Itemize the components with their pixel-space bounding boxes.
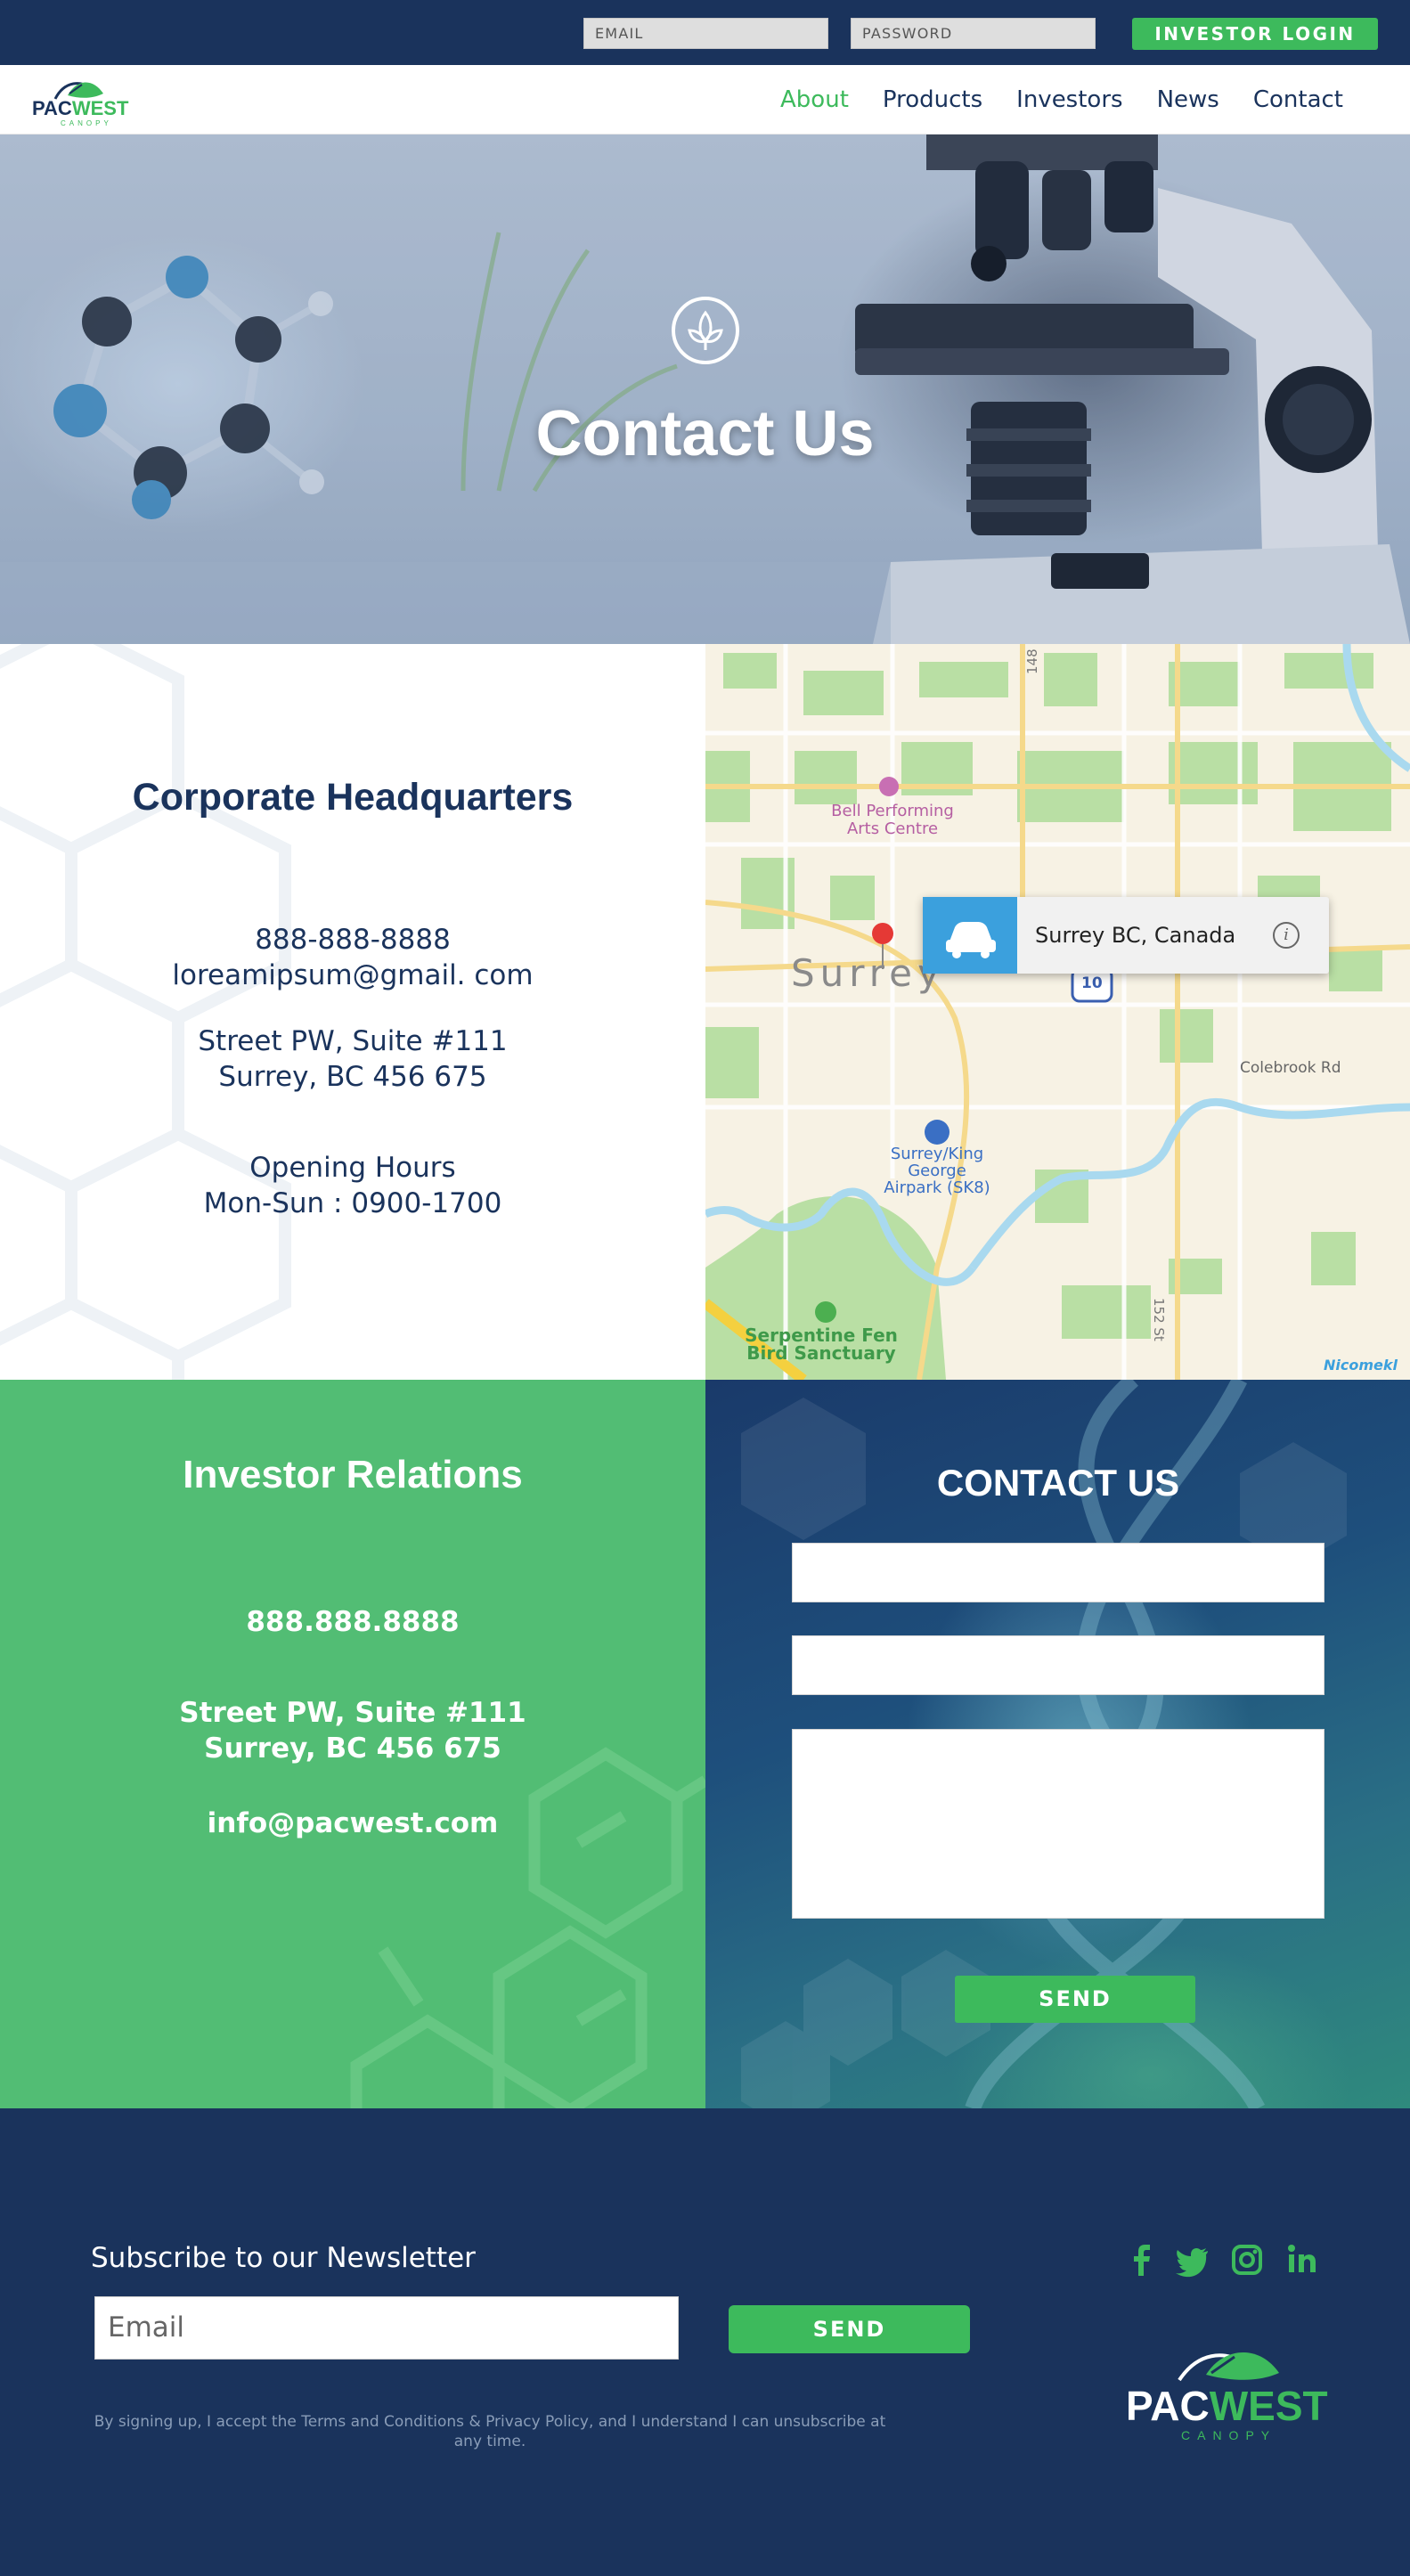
contact-form-section: CONTACT US SEND: [705, 1380, 1410, 2108]
brand-tagline: CANOPY: [1181, 2428, 1277, 2442]
contact-send-button[interactable]: SEND: [955, 1976, 1195, 2023]
investor-address-line2: Surrey, BC 456 675: [204, 1732, 501, 1765]
page: EMAIL PASSWORD INVESTOR LOGIN PACWEST CA…: [0, 0, 1410, 2576]
contact-email-field[interactable]: [792, 1635, 1324, 1695]
map-street-148: 148 St: [1024, 644, 1040, 674]
headquarters-address-line1: Street PW, Suite #111: [198, 1025, 508, 1057]
brand-name: PACWEST: [1126, 2383, 1328, 2429]
leaf-logo-icon: [1178, 2352, 1279, 2382]
linkedin-icon[interactable]: [1284, 2242, 1320, 2278]
investor-relations-section: Investor Relations 888.888.8888 Street P…: [0, 1380, 705, 2108]
contact-form-title: CONTACT US: [936, 1462, 1180, 1504]
map-highway-shield: 10: [1081, 974, 1103, 992]
map-city-label: Surrey: [791, 951, 945, 995]
contact-message-field[interactable]: [792, 1729, 1324, 1919]
headquarters-email[interactable]: loreamipsum@gmail. com: [0, 959, 705, 991]
info-icon[interactable]: i: [1273, 922, 1300, 949]
opening-hours-title: Opening Hours: [249, 1152, 456, 1184]
hexagon-pattern-background: [0, 644, 291, 1380]
nav-item-contact[interactable]: Contact: [1253, 86, 1343, 113]
investor-relations-title: Investor Relations: [183, 1453, 523, 1496]
nav-item-investors[interactable]: Investors: [1016, 86, 1122, 113]
investor-login-button[interactable]: INVESTOR LOGIN: [1132, 18, 1378, 50]
login-email-input[interactable]: EMAIL: [583, 18, 828, 49]
newsletter-email-input[interactable]: Email: [94, 2296, 679, 2360]
contact-name-field[interactable]: [792, 1543, 1324, 1602]
headquarters-title: Corporate Headquarters: [132, 776, 574, 819]
map-corner-label: Nicomekl: [1324, 1357, 1398, 1374]
instagram-icon[interactable]: [1229, 2242, 1265, 2278]
main-nav: PACWEST CANOPY About Products Investors …: [0, 65, 1410, 135]
location-map[interactable]: Bell Performing Arts Centre Surrey Surrey…: [705, 644, 1410, 1380]
brand-tagline: CANOPY: [61, 119, 112, 127]
opening-hours-value: Mon-Sun : 0900-1700: [203, 1187, 502, 1219]
newsletter-title: Subscribe to our Newsletter: [91, 2242, 476, 2274]
footer: Subscribe to our Newsletter Email SEND B…: [0, 2108, 1410, 2576]
page-title: Contact Us: [535, 398, 875, 469]
twitter-icon[interactable]: [1174, 2242, 1210, 2278]
map-popup-label: Surrey BC, Canada: [1035, 923, 1236, 948]
top-bar: EMAIL PASSWORD INVESTOR LOGIN: [0, 0, 1410, 65]
newsletter-disclaimer: By signing up, I accept the Terms and Co…: [94, 2413, 886, 2450]
investor-email[interactable]: info@pacwest.com: [0, 1807, 705, 1839]
headquarters-phone[interactable]: 888-888-8888: [0, 924, 705, 956]
newsletter-send-button[interactable]: SEND: [729, 2305, 970, 2353]
investor-address-line1: Street PW, Suite #111: [179, 1697, 526, 1729]
facebook-icon[interactable]: [1124, 2242, 1160, 2278]
map-location-popup[interactable]: Surrey BC, Canada i: [923, 897, 1329, 974]
car-icon[interactable]: [923, 897, 1017, 974]
nav-links: About Products Investors News Contact: [780, 65, 1343, 135]
map-tiles: [705, 644, 1410, 1380]
nav-item-about[interactable]: About: [780, 86, 849, 113]
headquarters-address-line2: Surrey, BC 456 675: [218, 1061, 487, 1093]
brand-name: PACWEST: [32, 97, 129, 119]
footer-brand-logo[interactable]: PACWEST CANOPY: [1126, 2336, 1331, 2451]
hero-banner: Contact Us: [0, 135, 1410, 644]
nav-item-news[interactable]: News: [1157, 86, 1219, 113]
investor-phone[interactable]: 888.888.8888: [0, 1606, 705, 1638]
map-sanctuary-label: Serpentine Fen Bird Sanctuary: [745, 1325, 898, 1364]
hero-overlay: [0, 135, 1410, 644]
map-road-label: Colebrook Rd: [1240, 1059, 1341, 1077]
map-poi-bell-centre: Bell Performing Arts Centre: [831, 802, 954, 838]
brand-logo[interactable]: PACWEST CANOPY: [29, 72, 131, 129]
leaf-icon: [672, 297, 739, 364]
login-password-input[interactable]: PASSWORD: [851, 18, 1096, 49]
headquarters-section: Corporate Headquarters 888-888-8888 lore…: [0, 644, 705, 1380]
map-airport-label: Surrey/King George Airpark (SK8): [884, 1145, 990, 1197]
nav-item-products[interactable]: Products: [883, 86, 982, 113]
map-street-152: 152 St: [1151, 1298, 1167, 1341]
